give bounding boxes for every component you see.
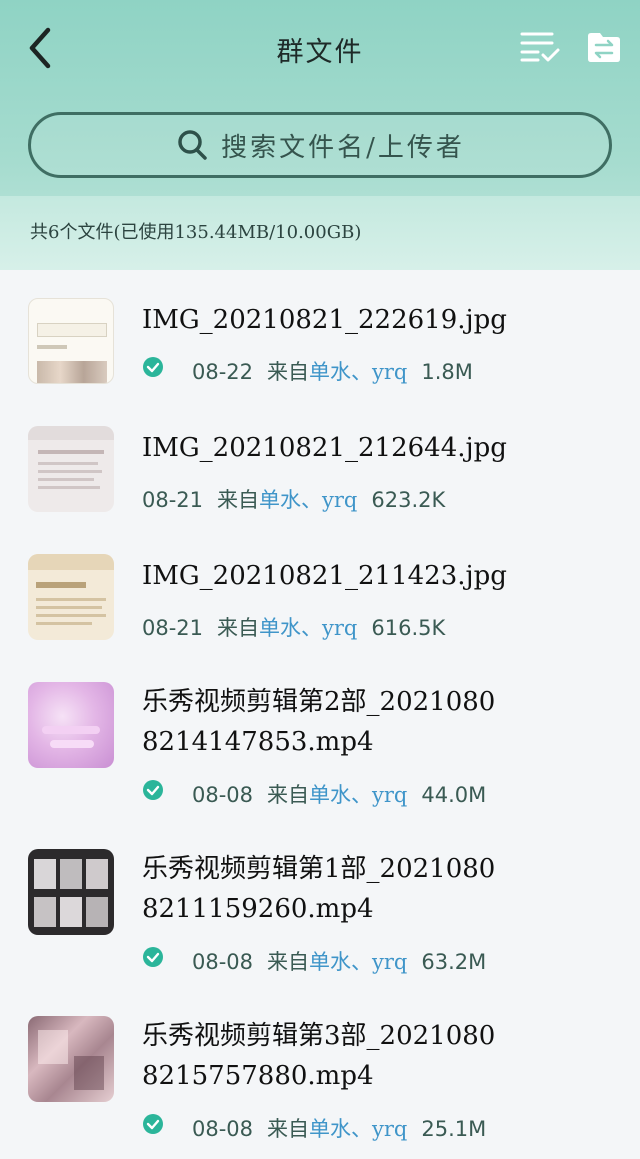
file-thumbnail (28, 554, 114, 640)
file-item[interactable]: IMG_20210821_222619.jpg 08-22 来自单水、yrq 1.8… (0, 296, 640, 396)
file-name: 乐秀视频剪辑第2部_2021080 8214147853.mp4 (142, 682, 622, 762)
file-name-line2: 8211159260.mp4 (142, 894, 374, 924)
file-meta: 08-08 来自单水、yrq 44.0M (192, 779, 486, 809)
search-placeholder: 搜索文件名/上传者 (221, 132, 465, 163)
file-from-label: 来自 (267, 360, 310, 384)
file-meta: 08-21 来自单水、yrq 623.2K (142, 484, 445, 514)
file-item[interactable]: 乐秀视频剪辑第2部_2021080 8214147853.mp4 08-08 来自… (0, 680, 640, 810)
file-date: 08-21 (142, 616, 204, 640)
file-uploaders[interactable]: 单水、yrq (259, 488, 357, 512)
file-name-line1: 乐秀视频剪辑第3部_2021080 (142, 1021, 496, 1051)
file-name-line1: 乐秀视频剪辑第1部_2021080 (142, 854, 496, 884)
file-date: 08-22 (192, 360, 254, 384)
file-from-label: 来自 (217, 488, 260, 512)
top-bar: 群文件 (0, 0, 640, 95)
downloaded-check-icon (143, 780, 163, 800)
file-uploaders[interactable]: 单水、yrq (309, 1117, 407, 1141)
file-thumbnail (28, 849, 114, 935)
file-item[interactable]: IMG_20210821_212644.jpg 08-21 来自单水、yrq 623… (0, 424, 640, 524)
search-icon (178, 130, 207, 160)
downloaded-check-icon (143, 1114, 163, 1134)
file-uploaders[interactable]: 单水、yrq (309, 360, 407, 384)
file-name-line2: 8214147853.mp4 (142, 727, 374, 757)
file-uploaders[interactable]: 单水、yrq (259, 616, 357, 640)
file-size: 25.1M (421, 1117, 487, 1141)
file-date: 08-08 (192, 783, 254, 807)
file-size: 44.0M (421, 783, 487, 807)
file-name-line1: 乐秀视频剪辑第2部_2021080 (142, 687, 496, 717)
file-size: 63.2M (421, 950, 487, 974)
file-meta: 08-22 来自单水、yrq 1.8M (192, 356, 473, 386)
file-name-line2: 8215757880.mp4 (142, 1061, 374, 1091)
file-thumbnail (28, 298, 114, 384)
storage-summary: 共6个文件(已使用135.44MB/10.00GB) (30, 222, 362, 243)
file-meta: 08-08 来自单水、yrq 63.2M (192, 946, 486, 976)
file-uploaders[interactable]: 单水、yrq (309, 783, 407, 807)
file-uploaders[interactable]: 单水、yrq (309, 950, 407, 974)
file-item[interactable]: 乐秀视频剪辑第1部_2021080 8211159260.mp4 08-08 来自… (0, 847, 640, 977)
file-meta: 08-08 来自单水、yrq 25.1M (192, 1113, 486, 1143)
file-name: 乐秀视频剪辑第1部_2021080 8211159260.mp4 (142, 849, 622, 929)
file-thumbnail (28, 1016, 114, 1102)
file-meta: 08-21 来自单水、yrq 616.5K (142, 612, 445, 642)
folder-transfer-icon[interactable] (586, 30, 622, 64)
file-from-label: 来自 (267, 1117, 310, 1141)
file-from-label: 来自 (267, 950, 310, 974)
file-size: 623.2K (371, 488, 446, 512)
file-name: IMG_20210821_212644.jpg (142, 433, 507, 463)
file-thumbnail (28, 682, 114, 768)
file-from-label: 来自 (217, 616, 260, 640)
file-from-label: 来自 (267, 783, 310, 807)
file-name: IMG_20210821_211423.jpg (142, 561, 507, 591)
file-thumbnail (28, 426, 114, 512)
search-input[interactable]: 搜索文件名/上传者 (28, 112, 612, 178)
file-size: 1.8M (421, 360, 473, 384)
downloaded-check-icon (143, 357, 163, 377)
file-date: 08-08 (192, 1117, 254, 1141)
file-name: 乐秀视频剪辑第3部_2021080 8215757880.mp4 (142, 1016, 622, 1096)
file-size: 616.5K (371, 616, 446, 640)
file-item[interactable]: 乐秀视频剪辑第3部_2021080 8215757880.mp4 08-08 来自… (0, 1014, 640, 1144)
multi-select-list-icon[interactable] (518, 28, 562, 66)
file-item[interactable]: IMG_20210821_211423.jpg 08-21 来自单水、yrq 616… (0, 552, 640, 652)
file-date: 08-21 (142, 488, 204, 512)
downloaded-check-icon (143, 947, 163, 967)
file-name: IMG_20210821_222619.jpg (142, 305, 507, 335)
file-date: 08-08 (192, 950, 254, 974)
